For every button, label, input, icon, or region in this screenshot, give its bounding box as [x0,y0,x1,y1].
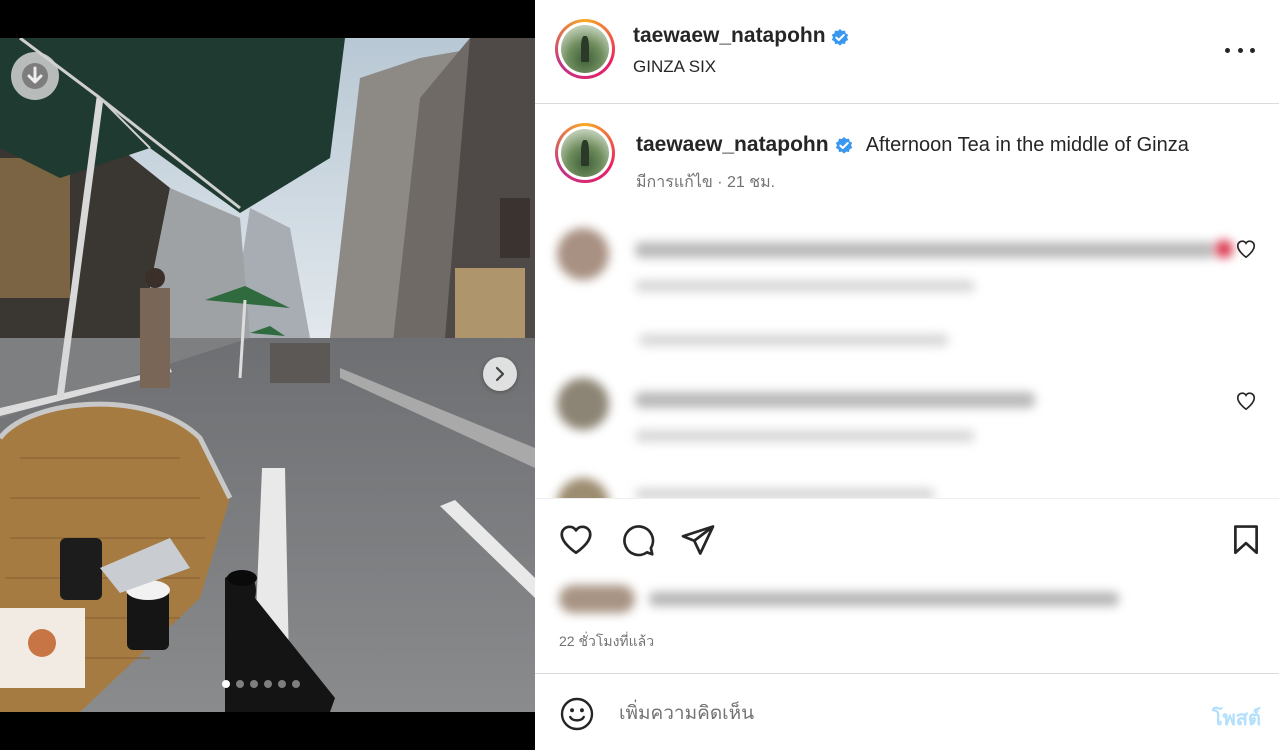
caption-line: taewaew_natapohn Afternoon Tea in the mi… [636,133,1189,157]
comment-avatar[interactable] [557,378,609,430]
post-photo[interactable] [0,38,535,712]
more-options-icon [1225,47,1230,53]
comment-meta-blurred [635,280,975,292]
add-comment-bar: โพสต์ [535,674,1279,750]
emoji-smile-icon [560,697,594,731]
carousel-dot-active [222,680,230,688]
comment-avatar[interactable] [557,478,609,498]
header-username[interactable]: taewaew_natapohn [633,24,826,47]
heart-icon [560,525,592,555]
carousel-dot [278,680,286,688]
liked-by-blurred[interactable] [559,583,1119,617]
street-cafe-photo [0,38,535,712]
comment-bubble-icon [623,525,655,557]
download-button[interactable] [11,52,59,100]
caption-text: Afternoon Tea in the middle of Ginza [865,134,1189,156]
comment-item [557,228,1257,346]
like-button[interactable] [557,521,595,559]
bookmark-icon [1234,525,1258,555]
post-actions: 22 ชั่วโมงที่แล้ว [535,498,1279,674]
media-viewer [0,0,535,750]
comment-like-icon[interactable] [1235,238,1257,260]
emoji-button[interactable] [559,696,595,732]
comment-text-blurred [635,242,1215,258]
comment-item [557,478,1257,498]
caption-username[interactable]: taewaew_natapohn [636,133,829,156]
author-avatar[interactable] [555,19,615,79]
view-replies-blurred[interactable] [639,334,949,346]
post-header: taewaew_natapohn GINZA SIX [535,0,1279,104]
header-location[interactable]: GINZA SIX [633,57,716,77]
save-button[interactable] [1227,521,1265,559]
comment-text-blurred [635,488,935,498]
next-image-button[interactable] [483,357,517,391]
header-user: taewaew_natapohn [633,24,850,48]
comment-meta-blurred [635,430,975,442]
more-options-button[interactable] [1225,40,1255,60]
carousel-dot [250,680,258,688]
verified-badge-icon [831,28,849,46]
comments-list [535,210,1279,498]
paper-plane-icon [681,525,715,555]
carousel-dot [264,680,272,688]
post-comment-button[interactable]: โพสต์ [1212,702,1261,734]
comment-item [557,378,1257,458]
verified-badge-icon [835,136,853,154]
share-button[interactable] [679,521,717,559]
comment-like-icon[interactable] [1235,390,1257,412]
post-details-panel: taewaew_natapohn GINZA SIX taewaew_natap… [535,0,1279,750]
caption-avatar[interactable] [555,123,615,183]
carousel-dot [292,680,300,688]
download-arrow-icon [22,63,48,89]
caption-meta: มีการแก้ไข · 21 ชม. [636,174,776,191]
post-timestamp[interactable]: 22 ชั่วโมงที่แล้ว [559,631,654,653]
comment-text-blurred [635,392,1035,408]
post-caption: taewaew_natapohn Afternoon Tea in the mi… [555,120,1255,200]
comment-input[interactable] [619,698,1179,730]
carousel-indicator [222,680,300,688]
comment-button[interactable] [619,521,657,559]
carousel-dot [236,680,244,688]
chevron-right-icon [495,366,505,382]
comment-emoji-blurred [1215,240,1233,258]
comment-avatar[interactable] [557,228,609,280]
